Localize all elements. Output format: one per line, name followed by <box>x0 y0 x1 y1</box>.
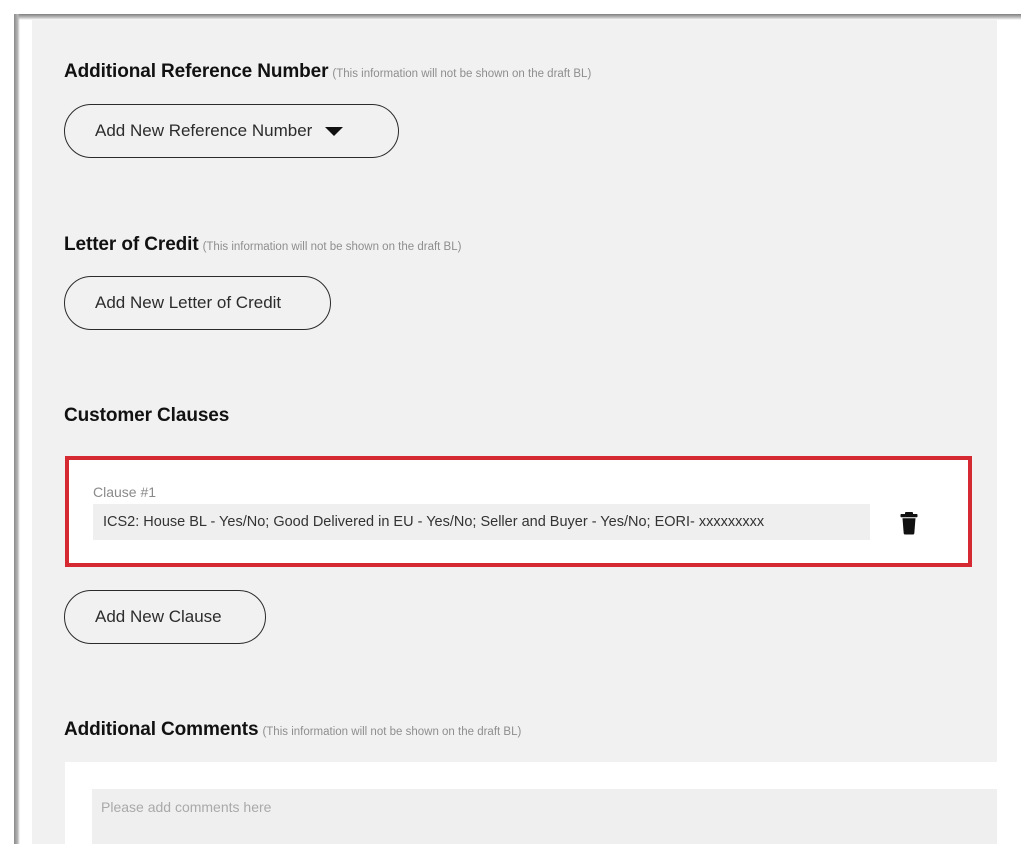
comments-section-title: Additional Comments (This information wil… <box>64 719 521 741</box>
reference-title-text: Additional Reference Number <box>64 61 329 82</box>
add-reference-number-button[interactable]: Add New Reference Number <box>64 104 399 158</box>
reference-section-title: Additional Reference Number (This informa… <box>64 61 591 83</box>
add-letter-of-credit-button[interactable]: Add New Letter of Credit <box>64 276 331 330</box>
add-letter-of-credit-label: Add New Letter of Credit <box>95 293 282 312</box>
comments-title-note: (This information will not be shown on t… <box>262 726 522 738</box>
left-gutter <box>20 20 32 844</box>
clause-label: Clause #1 <box>93 484 157 500</box>
letter-of-credit-title-text: Letter of Credit <box>64 234 199 255</box>
customer-clauses-title-text: Customer Clauses <box>64 405 230 426</box>
add-clause-button[interactable]: Add New Clause <box>64 590 266 644</box>
caret-down-icon <box>325 127 344 136</box>
clause-list-highlighted: Clause #1 <box>65 456 972 567</box>
add-reference-number-label: Add New Reference Number <box>95 121 313 140</box>
clause-text-input[interactable] <box>93 504 870 540</box>
comments-title-text: Additional Comments <box>64 719 259 740</box>
reference-title-note: (This information will not be shown on t… <box>332 68 592 80</box>
screen: Additional Reference Number (This informa… <box>0 0 1021 844</box>
comments-container <box>65 762 997 844</box>
right-gutter <box>997 20 1021 844</box>
trash-icon[interactable] <box>898 511 920 535</box>
comments-textarea[interactable] <box>92 789 997 844</box>
customer-clauses-section-title: Customer Clauses <box>64 405 229 427</box>
letter-of-credit-title-note: (This information will not be shown on t… <box>202 241 462 253</box>
letter-of-credit-section-title: Letter of Credit (This information will n… <box>64 234 461 256</box>
add-clause-label: Add New Clause <box>95 607 222 626</box>
